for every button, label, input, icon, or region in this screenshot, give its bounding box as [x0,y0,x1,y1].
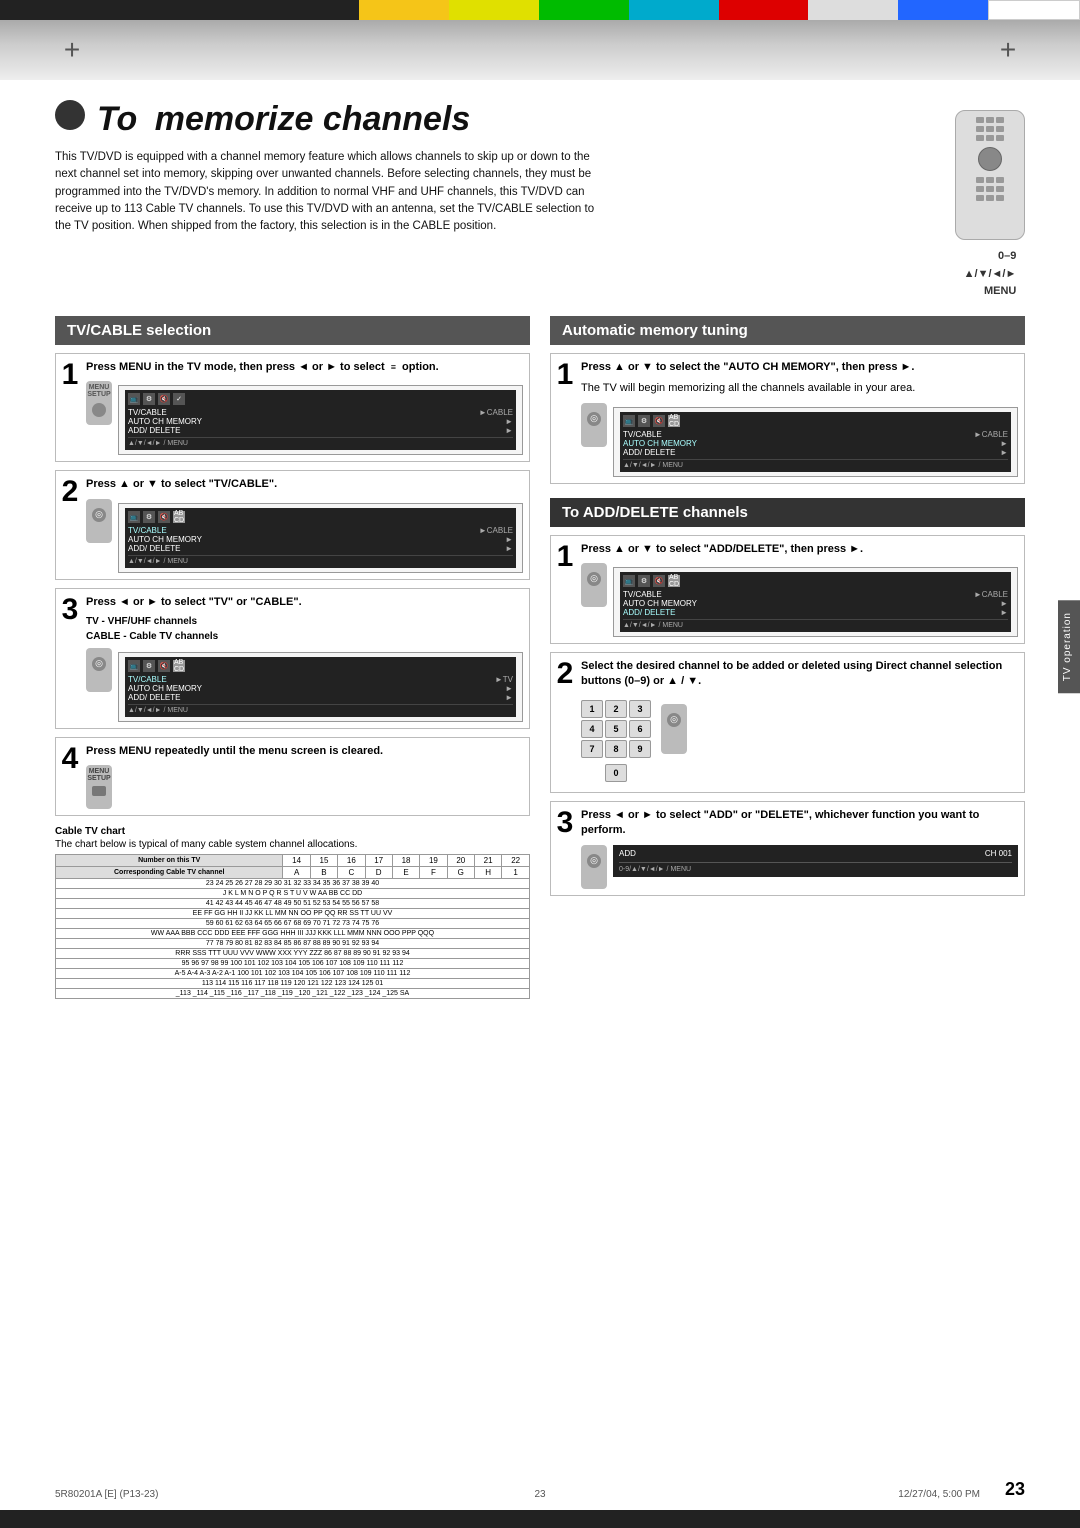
add-delete-header: To ADD/DELETE channels [550,498,1025,527]
cable-chart: Cable TV chart The chart below is typica… [55,826,530,999]
cable-table: Number on this TV 141516171819202122 Cor… [55,854,530,999]
auto-step1-desc: The TV will begin memorizing all the cha… [581,381,1018,396]
remote-image [955,110,1025,240]
mini-remote-3: ◎ [86,648,112,692]
title-main: memorize channels [155,100,471,139]
add-label: ADD [619,849,636,858]
add-delete-screen: ADD CH 001 0-9/▲/▼/◄/► / MENU [613,845,1018,877]
numpad-4: 4 [581,720,603,738]
top-color-bar [0,0,1080,20]
step3-sub1: TV - VHF/UHF channels [86,616,523,627]
left-step-2: 2 Press ▲ or ▼ to select "TV/CABLE". ◎ 📺 [55,470,530,579]
cable-chart-desc: The chart below is typical of many cable… [55,839,530,850]
add-step-2: 2 Select the desired channel to be added… [550,652,1025,793]
remote-area: 0–9 ▲/▼/◄/► MENU [955,110,1025,301]
mini-remote-4: MENUSETUP [86,765,112,809]
numpad-2: 2 [605,700,627,718]
crosshair-right [996,38,1020,62]
step1-text: Press MENU in the TV mode, then press ◄ … [86,360,523,375]
numpad: 1 2 3 4 5 6 7 8 9 [581,700,651,758]
step-num: 1 [557,542,574,572]
title-prefix: To [97,100,137,139]
remote-label-menu: MENU [964,283,1017,301]
menu-screen-3: 📺 ⚙ 🔇 ABCD TV/CABLE►TV AUTO CH MEMORY► A… [118,652,523,722]
crosshair-left [60,38,84,62]
numpad-5: 5 [605,720,627,738]
numpad-1: 1 [581,700,603,718]
right-column: Automatic memory tuning 1 Press ▲ or ▼ t… [550,316,1025,1000]
add-step2-text: Select the desired channel to be added o… [581,659,1018,690]
step-num: 3 [62,595,79,625]
mini-remote-2: ◎ [86,499,112,543]
auto-step1-text: Press ▲ or ▼ to select the "AUTO CH MEMO… [581,360,1018,375]
tv-cable-header: TV/CABLE selection [55,316,530,345]
mini-remote-add3: ◎ [581,845,607,889]
numpad-9: 9 [629,740,651,758]
numpad-zero-row: 0 [581,764,1018,782]
bottom-bar [0,1510,1080,1528]
footer-left: 5R80201A [E] (P13-23) [55,1489,158,1500]
mini-remote-1: MENUSETUP [86,381,112,425]
add-step-3: 3 Press ◄ or ► to select "ADD" or "DELET… [550,801,1025,896]
step-num: 2 [62,477,79,507]
add-menu-screen: 📺 ⚙ 🔇 ABCD TV/CABLE►CABLE AUTO CH MEMORY… [613,567,1018,637]
step-num: 1 [62,360,79,390]
footer-center: 23 [534,1489,545,1500]
auto-step-1: 1 Press ▲ or ▼ to select the "AUTO CH ME… [550,353,1025,484]
remote-label-arrows: ▲/▼/◄/► [964,266,1017,284]
left-step-4: 4 Press MENU repeatedly until the menu s… [55,737,530,816]
mini-remote-add1: ◎ [581,563,607,607]
numpad-0: 0 [605,764,627,782]
step-num: 1 [557,360,574,390]
step-num: 2 [557,659,574,689]
intro-text: This TV/DVD is equipped with a channel m… [55,149,605,235]
page-title: To memorize channels [55,100,935,139]
step-num: 4 [62,744,79,774]
add-bottom-label: 0-9/▲/▼/◄/► / MENU [619,862,1012,873]
left-step-1: 1 Press MENU in the TV mode, then press … [55,353,530,462]
title-section: To memorize channels This TV/DVD is equi… [55,100,1025,301]
numpad-6: 6 [629,720,651,738]
step3-sub2: CABLE - Cable TV channels [86,631,523,642]
ch-label: CH 001 [985,849,1012,858]
menu-screen-1: 📺 ⚙ 🔇 ✓ TV/CABLE►CABLE AUTO CH MEMORY► A… [118,385,523,455]
cable-chart-title: Cable TV chart [55,826,530,837]
auto-menu-screen: 📺 ⚙ 🔇 ABCD TV/CABLE►CABLE AUTO CH MEMORY… [613,407,1018,477]
remote-label-09: 0–9 [964,248,1017,266]
numpad-7: 7 [581,740,603,758]
footer-right: 12/27/04, 5:00 PM [898,1489,980,1500]
left-step-3: 3 Press ◄ or ► to select "TV" or "CABLE"… [55,588,530,729]
step4-text: Press MENU repeatedly until the menu scr… [86,744,523,759]
top-stripe [0,20,1080,80]
page-number: 23 [1005,1479,1025,1500]
title-bullet [55,100,85,130]
mini-remote-add2: ◎ [661,704,687,754]
left-column: TV/CABLE selection 1 Press MENU in the T… [55,316,530,1000]
right-tab: TV operation [1058,600,1080,693]
step3-text: Press ◄ or ► to select "TV" or "CABLE". [86,595,523,610]
menu-screen-2: 📺 ⚙ 🔇 ABCD TV/CABLE►CABLE AUTO CH MEMORY… [118,503,523,573]
step2-text: Press ▲ or ▼ to select "TV/CABLE". [86,477,523,492]
numpad-3: 3 [629,700,651,718]
add-step3-text: Press ◄ or ► to select "ADD" or "DELETE"… [581,808,1018,839]
mini-remote-auto1: ◎ [581,403,607,447]
auto-header: Automatic memory tuning [550,316,1025,345]
step-num: 3 [557,808,574,838]
add-step1-text: Press ▲ or ▼ to select "ADD/DELETE", the… [581,542,1018,557]
add-step-1: 1 Press ▲ or ▼ to select "ADD/DELETE", t… [550,535,1025,644]
numpad-8: 8 [605,740,627,758]
